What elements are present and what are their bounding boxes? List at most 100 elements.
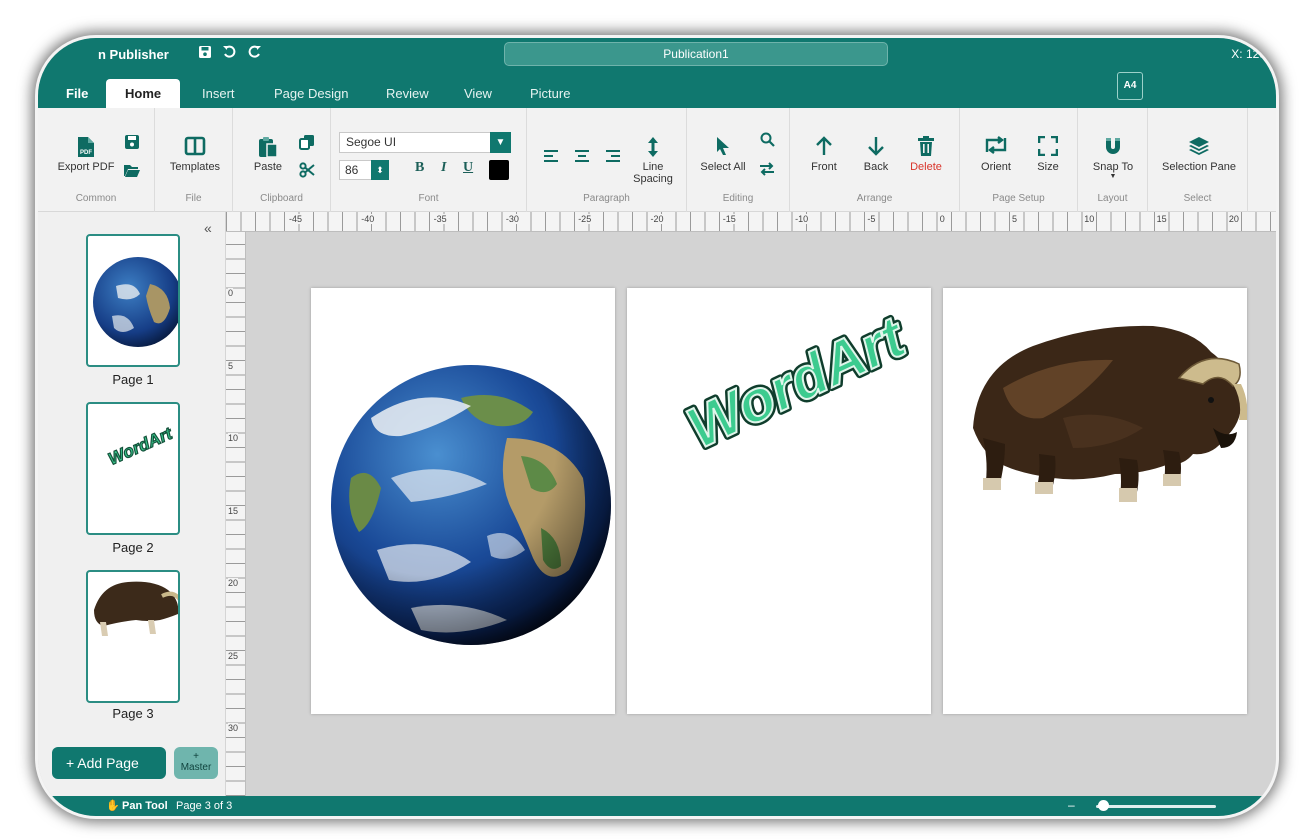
export-pdf-button[interactable]: PDF Export PDF xyxy=(56,136,116,173)
bring-front-button[interactable]: Front xyxy=(804,136,844,173)
page-thumbnail-3[interactable] xyxy=(86,570,180,703)
earth-image[interactable] xyxy=(311,288,615,714)
ruler-tick-label: 20 xyxy=(228,578,239,588)
pdf-icon: PDF xyxy=(56,136,116,158)
group-label-paragraph: Paragraph xyxy=(583,193,630,204)
tab-view[interactable]: View xyxy=(450,79,506,108)
underline-button[interactable]: U xyxy=(463,160,473,176)
ribbon: PDF Export PDF Common Templates File Pas… xyxy=(38,108,1276,212)
font-size-spinner-icon[interactable]: ⬍ xyxy=(371,160,389,180)
select-all-button[interactable]: Select All xyxy=(695,136,751,173)
ruler-tick-label: 20 xyxy=(1227,214,1240,224)
page-thumbnail-2[interactable]: WordArt xyxy=(86,402,180,535)
delete-button[interactable]: Delete xyxy=(904,136,948,173)
tab-insert[interactable]: Insert xyxy=(188,79,249,108)
tab-picture[interactable]: Picture xyxy=(516,79,584,108)
paper-size-button[interactable]: A4 xyxy=(1117,72,1143,100)
send-back-button[interactable]: Back xyxy=(856,136,896,173)
font-color-swatch[interactable] xyxy=(489,160,509,180)
wordart-object[interactable]: WordArt WordArt xyxy=(627,288,931,714)
orient-button[interactable]: Orient xyxy=(974,136,1018,173)
ruler-tick-label: 15 xyxy=(1155,214,1168,224)
ruler-tick-label: -30 xyxy=(504,214,520,224)
page-thumbnail-1[interactable] xyxy=(86,234,180,367)
save-icon[interactable] xyxy=(198,45,212,63)
size-button[interactable]: Size xyxy=(1030,135,1066,173)
group-label-select: Select xyxy=(1183,193,1212,204)
ruler-tick-label: 10 xyxy=(1083,214,1096,224)
group-label-editing: Editing xyxy=(722,193,754,204)
add-page-button[interactable]: + Add Page xyxy=(52,747,166,779)
line-spacing-label-1: Line xyxy=(642,161,664,173)
pan-tool-icon[interactable]: ✋ xyxy=(106,799,120,812)
cursor-coordinates: X: 123 xyxy=(1231,47,1266,61)
align-right-icon[interactable] xyxy=(603,148,623,168)
document-name[interactable]: Publication1 xyxy=(504,42,888,66)
canvas-page-2[interactable]: WordArt WordArt xyxy=(627,288,931,714)
open-folder-icon[interactable] xyxy=(122,162,142,182)
zoom-slider[interactable] xyxy=(1096,805,1216,808)
ribbon-tabs: File Home Insert Page Design Review View… xyxy=(38,72,1276,108)
active-tool-label: Pan Tool xyxy=(122,800,168,812)
align-left-icon[interactable] xyxy=(541,148,561,168)
tab-home[interactable]: Home xyxy=(106,79,181,108)
undo-icon[interactable] xyxy=(222,45,236,63)
save-file-icon[interactable] xyxy=(122,134,142,154)
bold-button[interactable]: B xyxy=(415,160,424,176)
copy-icon[interactable] xyxy=(297,134,317,154)
selection-pane-label: Selection Pane xyxy=(1162,161,1236,173)
templates-icon xyxy=(165,136,225,158)
tab-file[interactable]: File xyxy=(52,79,102,108)
templates-button[interactable]: Templates xyxy=(165,136,225,173)
master-plus-icon: + xyxy=(193,751,199,762)
layers-icon xyxy=(1154,136,1244,158)
cut-icon[interactable] xyxy=(297,162,317,182)
page-thumbnail-label: Page 1 xyxy=(112,372,154,387)
zoom-slider-handle[interactable] xyxy=(1098,800,1109,811)
group-font: Segoe UI ▼ 86 ⬍ B I U Font xyxy=(331,108,527,212)
back-label: Back xyxy=(863,161,889,173)
zoom-out-button[interactable]: – xyxy=(1068,798,1075,812)
earth-thumbnail-image xyxy=(93,257,178,347)
group-label-file: File xyxy=(185,193,202,204)
canvas-page-3[interactable] xyxy=(943,288,1248,714)
app-window: n Publisher Publication1 X: 123 File Hom… xyxy=(38,38,1276,816)
search-icon[interactable] xyxy=(757,132,777,152)
page-thumbnail-label: Page 3 xyxy=(112,706,154,721)
font-family-select[interactable]: Segoe UI ▼ xyxy=(339,132,511,153)
italic-button[interactable]: I xyxy=(441,160,446,176)
muskox-thumbnail-image xyxy=(94,581,178,636)
font-size-field[interactable]: 86 ⬍ xyxy=(339,160,389,180)
chevron-down-icon[interactable]: ▼ xyxy=(490,132,511,153)
orientation-icon xyxy=(974,136,1018,158)
selection-pane-button[interactable]: Selection Pane xyxy=(1154,136,1244,173)
group-label-common: Common xyxy=(75,193,117,204)
add-master-button[interactable]: + Master xyxy=(174,747,218,779)
snap-to-button[interactable]: Snap To ▼ xyxy=(1084,136,1142,181)
wordart-text: WordArt xyxy=(678,304,917,462)
font-size-value: 86 xyxy=(345,163,359,177)
orient-label: Orient xyxy=(981,161,1011,173)
ruler-tick-label: 5 xyxy=(228,360,234,371)
redo-icon[interactable] xyxy=(248,45,262,63)
paste-button[interactable]: Paste xyxy=(245,136,291,173)
tab-page-design[interactable]: Page Design xyxy=(260,79,362,108)
font-family-value: Segoe UI xyxy=(346,135,397,149)
export-pdf-label: Export PDF xyxy=(57,161,115,173)
tab-review[interactable]: Review xyxy=(372,79,443,108)
group-clipboard: Paste Clipboard xyxy=(233,108,331,212)
ruler-tick-label: -15 xyxy=(721,214,737,224)
muskox-image[interactable] xyxy=(943,288,1248,714)
ruler-tick-label: 5 xyxy=(1011,214,1019,224)
group-page-setup: Orient Size Page Setup xyxy=(960,108,1078,212)
snap-dropdown-icon[interactable]: ▼ xyxy=(1084,173,1142,181)
line-spacing-button[interactable]: Line Spacing xyxy=(623,136,683,185)
replace-icon[interactable] xyxy=(757,162,777,182)
group-label-layout: Layout xyxy=(1097,193,1128,204)
collapse-panel-icon[interactable]: « xyxy=(204,220,212,236)
delete-label: Delete xyxy=(910,161,942,173)
canvas-page-1[interactable] xyxy=(311,288,615,714)
vertical-ruler: 0 5 10 15 20 25 30 xyxy=(226,232,246,796)
align-center-icon[interactable] xyxy=(572,148,592,168)
wordart-thumbnail-image: WordArt xyxy=(105,423,177,470)
